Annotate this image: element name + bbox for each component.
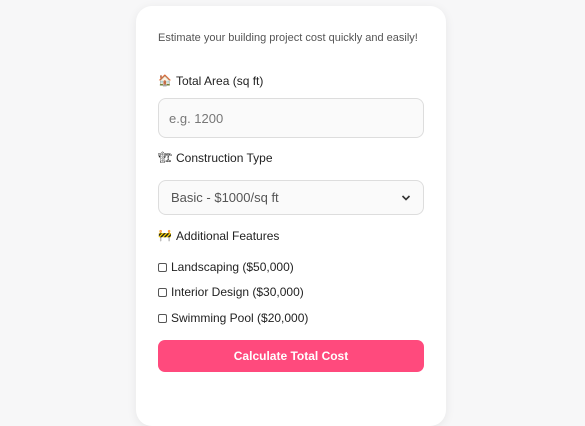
landscaping-label: Landscaping ($50,000)	[171, 260, 294, 274]
chevron-down-icon	[401, 194, 411, 201]
subtitle: Estimate your building project cost quic…	[158, 32, 418, 44]
total-area-input[interactable]	[158, 98, 424, 138]
estimator-card: Estimate your building project cost quic…	[136, 6, 446, 426]
total-area-label-text: Total Area (sq ft)	[176, 74, 264, 88]
feature-landscaping[interactable]: Landscaping ($50,000)	[158, 260, 294, 274]
additional-features-label-text: Additional Features	[176, 229, 280, 243]
construction-type-selected: Basic - $1000/sq ft	[171, 190, 279, 205]
landscaping-checkbox[interactable]	[158, 262, 167, 272]
total-area-label: 🏠 Total Area (sq ft)	[158, 74, 263, 88]
swimming-pool-label: Swimming Pool ($20,000)	[171, 311, 309, 325]
construction-type-label: 🏗 Construction Type	[158, 151, 273, 165]
additional-features-label: 🚧 Additional Features	[158, 229, 279, 243]
house-icon: 🏠	[158, 75, 172, 87]
interior-design-checkbox[interactable]	[158, 287, 167, 297]
crane-icon: 🏗	[158, 152, 172, 164]
construction-type-label-text: Construction Type	[176, 151, 273, 165]
feature-swimming-pool[interactable]: Swimming Pool ($20,000)	[158, 311, 308, 325]
swimming-pool-checkbox[interactable]	[158, 313, 167, 323]
construction-type-select[interactable]: Basic - $1000/sq ft	[158, 180, 424, 215]
interior-design-label: Interior Design ($30,000)	[171, 285, 304, 299]
calculate-total-cost-button[interactable]: Calculate Total Cost	[158, 340, 424, 372]
feature-interior-design[interactable]: Interior Design ($30,000)	[158, 285, 304, 299]
construction-barrier-icon: 🚧	[158, 230, 172, 242]
